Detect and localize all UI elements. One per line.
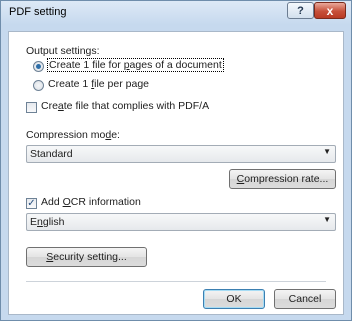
pdfa-label: Create file that complies with PDF/A [41, 100, 210, 112]
output-settings-heading: Output settings: [26, 45, 100, 57]
pdf-setting-dialog: PDF setting ? x Output settings: Create … [0, 0, 352, 321]
ocr-checkbox-box: ✓ [26, 198, 37, 209]
ocr-language-value: English [30, 216, 65, 228]
chevron-down-icon: ▼ [323, 215, 331, 224]
add-ocr-label: Add OCR information [41, 196, 141, 208]
add-ocr-checkbox[interactable]: ✓ Add OCR information [26, 196, 186, 210]
radio-indicator [33, 80, 44, 91]
radio-one-file-per-page[interactable]: Create 1 file per page [33, 78, 183, 92]
radio-per-page-label: Create 1 file per page [48, 78, 149, 90]
compression-mode-value: Standard [30, 148, 73, 160]
close-icon: x [326, 3, 334, 18]
compression-rate-button[interactable]: Compression rate... [229, 169, 336, 189]
pdfa-checkbox-box [26, 102, 37, 113]
radio-indicator-selected [33, 61, 44, 72]
footer-divider [26, 281, 326, 282]
help-icon: ? [297, 4, 304, 17]
cancel-label: Cancel [288, 293, 322, 305]
chevron-down-icon: ▼ [323, 147, 331, 156]
cancel-button[interactable]: Cancel [274, 289, 336, 309]
pdfa-checkbox[interactable]: Create file that complies with PDF/A [26, 100, 226, 114]
window-title: PDF setting [9, 6, 67, 18]
close-button[interactable]: x [314, 2, 346, 19]
compression-mode-label: Compression mode: [26, 129, 120, 141]
ok-button[interactable]: OK [203, 289, 265, 309]
title-bar[interactable]: PDF setting ? x [1, 1, 351, 25]
ocr-language-select[interactable]: English ▼ [26, 213, 336, 231]
dialog-content: Output settings: Create 1 file for pages… [8, 31, 344, 315]
compression-rate-label: Compression rate... [236, 173, 329, 185]
radio-one-file-per-document[interactable]: Create 1 file for pages of a document [33, 58, 224, 73]
help-button[interactable]: ? [287, 2, 314, 19]
ok-label: OK [226, 293, 242, 305]
radio-one-file-label: Create 1 file for pages of a document [47, 58, 224, 72]
security-setting-button[interactable]: Security setting... [26, 247, 147, 267]
security-setting-label: Security setting... [46, 251, 127, 263]
compression-mode-select[interactable]: Standard ▼ [26, 145, 336, 163]
